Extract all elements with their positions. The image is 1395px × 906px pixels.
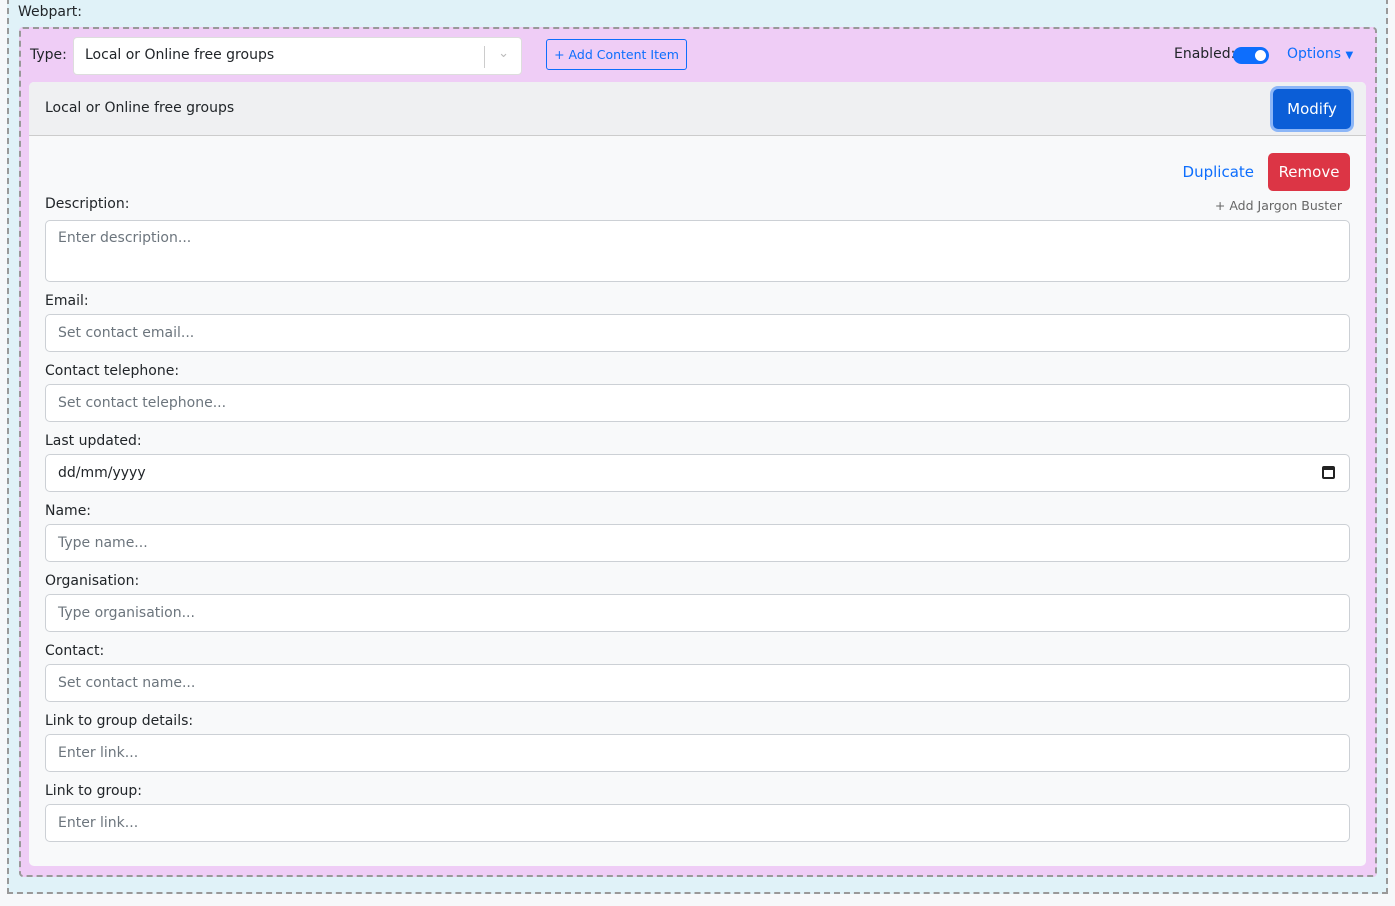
options-label: Options (1287, 46, 1342, 62)
content-item-panel: Type: Local or Online free groups ⌄ + Ad… (19, 27, 1377, 877)
modify-button[interactable]: Modify (1273, 89, 1351, 129)
organisation-label: Organisation: (45, 573, 140, 589)
type-select[interactable]: Local or Online free groups ⌄ (73, 37, 522, 75)
select-separator (484, 46, 485, 68)
group-details-link-input[interactable]: Enter link... (45, 734, 1350, 772)
options-dropdown[interactable]: Options ▼ (1287, 46, 1353, 62)
email-input[interactable]: Set contact email... (45, 314, 1350, 352)
telephone-input[interactable]: Set contact telephone... (45, 384, 1350, 422)
add-content-item-button[interactable]: + Add Content Item (546, 39, 687, 70)
name-label: Name: (45, 503, 92, 519)
contact-input[interactable]: Set contact name... (45, 664, 1350, 702)
group-details-link-label: Link to group details: (45, 713, 194, 729)
chevron-down-icon: ⌄ (498, 46, 509, 61)
name-input[interactable]: Type name... (45, 524, 1350, 562)
telephone-label: Contact telephone: (45, 363, 180, 379)
group-link-label: Link to group: (45, 783, 143, 799)
description-label: Description: (45, 196, 130, 212)
remove-button[interactable]: Remove (1268, 153, 1350, 191)
duplicate-link[interactable]: Duplicate (1183, 163, 1254, 181)
last-updated-label: Last updated: (45, 433, 142, 449)
card-title: Local or Online free groups (45, 100, 235, 116)
calendar-icon[interactable] (1322, 466, 1335, 479)
last-updated-date-input[interactable]: dd/mm/yyyy (45, 454, 1350, 492)
date-value: dd/mm/yyyy (58, 465, 146, 481)
contact-label: Contact: (45, 643, 105, 659)
email-label: Email: (45, 293, 89, 309)
enabled-toggle[interactable] (1233, 47, 1269, 64)
enabled-label: Enabled: (1174, 46, 1236, 62)
type-select-value: Local or Online free groups (85, 47, 275, 63)
add-jargon-buster-link[interactable]: + Add Jargon Buster (1215, 198, 1342, 213)
organisation-input[interactable]: Type organisation... (45, 594, 1350, 632)
type-label: Type: (30, 47, 67, 63)
webpart-container: Webpart: Type: Local or Online free grou… (7, 0, 1388, 894)
description-textarea[interactable]: Enter description... (45, 220, 1350, 282)
card-header: Local or Online free groups Modify (29, 82, 1366, 136)
content-item-card: Local or Online free groups Modify Dupli… (29, 82, 1366, 866)
webpart-label: Webpart: (18, 4, 82, 20)
caret-down-icon: ▼ (1345, 50, 1354, 61)
group-link-input[interactable]: Enter link... (45, 804, 1350, 842)
